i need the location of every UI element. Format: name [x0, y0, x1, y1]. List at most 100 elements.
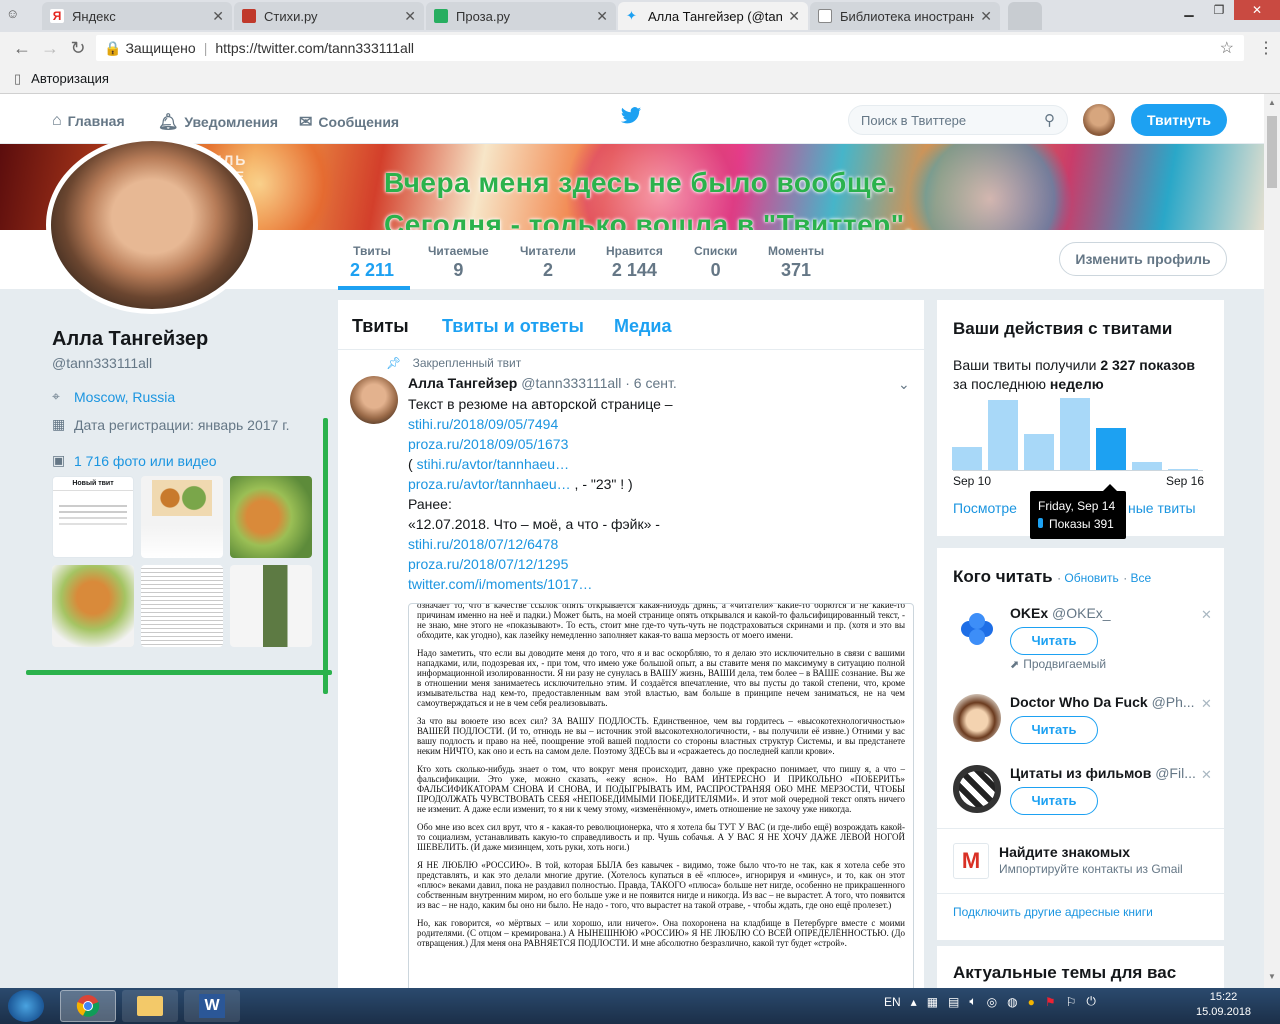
tweet-meta[interactable]: @tann333111all · 6 сент. — [521, 375, 677, 391]
back-icon[interactable]: ← — [8, 38, 36, 59]
explorer-taskbar-icon[interactable] — [122, 990, 178, 1022]
dismiss-icon[interactable]: ✕ — [1201, 767, 1212, 783]
account-name[interactable]: Цитаты из фильмов @Fil... — [1010, 765, 1196, 781]
media-thumbnail[interactable] — [141, 565, 223, 647]
tray-expand-icon[interactable]: ▴ — [911, 995, 917, 1009]
view-tweets-link-right[interactable]: ные твиты — [1128, 500, 1196, 516]
media-thumbnail[interactable] — [52, 565, 134, 647]
tweet-link[interactable]: stihi.ru/2018/09/05/7494 — [408, 416, 558, 432]
dismiss-icon[interactable]: ✕ — [1201, 696, 1212, 712]
profile-menu-icon[interactable]: ☺ — [6, 6, 19, 21]
stat-lists[interactable]: Списки 0 — [694, 244, 737, 281]
word-taskbar-icon[interactable]: W — [184, 990, 240, 1022]
start-button-icon[interactable] — [8, 990, 44, 1022]
tab-proza[interactable]: Проза.ру ✕ — [426, 2, 616, 30]
tray-app-icon[interactable]: ● — [1028, 995, 1035, 1009]
reload-icon[interactable]: ↻ — [64, 38, 92, 59]
chart-bar-sep-13[interactable] — [1060, 398, 1090, 470]
flag-icon[interactable]: ⚑ — [1045, 995, 1056, 1009]
close-tab-icon[interactable]: ✕ — [404, 8, 416, 25]
chart-bar-sep-12[interactable] — [1024, 434, 1054, 470]
chrome-taskbar-icon[interactable] — [60, 990, 116, 1022]
network-icon[interactable]: ▦ — [927, 995, 938, 1009]
bookmark-item[interactable]: Авторизация — [31, 71, 109, 86]
tray-app-icon[interactable]: ◍ — [1007, 995, 1017, 1009]
browser-menu-icon[interactable]: ⋮ — [1258, 38, 1274, 58]
follow-button[interactable]: Читать — [1010, 716, 1098, 744]
close-tab-icon[interactable]: ✕ — [980, 8, 992, 25]
flag-icon[interactable]: ⚐ — [1066, 995, 1077, 1009]
tweet-attached-image[interactable]: означает то, что в качестве ссылок опять… — [408, 603, 914, 990]
minimize-icon[interactable]: ▁ — [1174, 0, 1204, 20]
tweet-button[interactable]: Твитнуть — [1131, 104, 1227, 136]
search-icon[interactable]: ⚲ — [1044, 111, 1055, 129]
tweet-link[interactable]: proza.ru/2018/07/12/1295 — [408, 556, 568, 572]
nav-notifications[interactable]: 🔔︎ Уведомления — [158, 112, 278, 132]
tweet-link[interactable]: twitter.com/i/moments/1017… — [408, 576, 592, 592]
scroll-down-icon[interactable]: ▼ — [1268, 972, 1276, 981]
connect-address-books-link[interactable]: Подключить другие адресные книги — [953, 905, 1153, 919]
location-link[interactable]: Moscow, Russia — [74, 389, 175, 405]
media-thumbnail[interactable] — [230, 476, 312, 558]
new-tab-button[interactable] — [1008, 2, 1042, 30]
tab-media[interactable]: Медиа — [614, 316, 672, 337]
close-tab-icon[interactable]: ✕ — [788, 8, 800, 25]
twitter-bird-icon[interactable] — [620, 106, 642, 132]
tab-tweets-replies[interactable]: Твиты и ответы — [442, 316, 584, 337]
tweet-link[interactable]: proza.ru/2018/09/05/1673 — [408, 436, 568, 452]
chart-bar-sep-10[interactable] — [952, 447, 982, 470]
tweet-link[interactable]: proza.ru/avtor/tannhaeu… — [408, 476, 571, 492]
search-input[interactable]: Поиск в Твиттере ⚲ — [848, 105, 1068, 135]
follow-button[interactable]: Читать — [1010, 627, 1098, 655]
tweet-link[interactable]: stihi.ru/avtor/tannhaeu… — [417, 456, 570, 472]
window-close-icon[interactable]: ✕ — [1234, 0, 1280, 20]
find-friends-title[interactable]: Найдите знакомых — [999, 844, 1130, 860]
nav-messages[interactable]: ✉ Сообщения — [299, 112, 399, 132]
scroll-up-icon[interactable]: ▲ — [1268, 98, 1276, 107]
media-thumbnail[interactable]: Новый твит — [52, 476, 134, 558]
account-name[interactable]: Doctor Who Da Fuck @Ph... — [1010, 694, 1195, 710]
restore-icon[interactable]: ❐ — [1204, 0, 1234, 20]
follow-button[interactable]: Читать — [1010, 787, 1098, 815]
stat-followers[interactable]: Читатели 2 — [520, 244, 576, 281]
account-avatar[interactable] — [1083, 104, 1115, 136]
edit-profile-button[interactable]: Изменить профиль — [1059, 242, 1227, 276]
clapperboard-icon[interactable] — [953, 765, 1001, 813]
chart-bar-sep-15[interactable] — [1132, 462, 1162, 470]
forward-icon[interactable]: → — [36, 38, 64, 59]
chart-bar-sep-14[interactable] — [1096, 428, 1126, 470]
tweet-link[interactable]: stihi.ru/2018/07/12/6478 — [408, 536, 558, 552]
address-bar[interactable]: 🔒 Защищено | https://twitter.com/tann333… — [96, 35, 1244, 61]
language-indicator[interactable]: EN — [884, 995, 901, 1009]
tab-twitter[interactable]: ✦ Алла Тангейзер (@tann3 ✕ — [618, 2, 808, 30]
account-avatar[interactable] — [953, 694, 1001, 742]
tray-app-icon[interactable]: ▤ — [948, 995, 959, 1009]
stat-tweets[interactable]: Твиты 2 211 — [350, 244, 394, 281]
tab-stihi[interactable]: Стихи.ру ✕ — [234, 2, 424, 30]
find-friends-subtitle[interactable]: Импортируйте контакты из Gmail — [999, 862, 1183, 876]
tab-yandex[interactable]: Я Яндекс ✕ — [42, 2, 232, 30]
view-tweets-link-left[interactable]: Посмотре — [953, 500, 1017, 516]
tweet-avatar[interactable] — [350, 376, 398, 424]
tab-tweets[interactable]: Твиты — [352, 316, 409, 337]
page-scrollbar[interactable] — [1264, 94, 1280, 988]
okex-logo-icon[interactable] — [953, 605, 1001, 653]
volume-icon[interactable]: 🔈︎ — [969, 994, 976, 1009]
scrollbar-thumb[interactable] — [1267, 116, 1277, 188]
power-icon[interactable]: ⏻ — [1086, 994, 1096, 1009]
stat-likes[interactable]: Нравится 2 144 — [606, 244, 663, 281]
close-tab-icon[interactable]: ✕ — [212, 8, 224, 25]
close-tab-icon[interactable]: ✕ — [596, 8, 608, 25]
tab-library[interactable]: Библиотека иностранно ✕ — [810, 2, 1000, 30]
tray-app-icon[interactable]: ◎ — [987, 995, 997, 1009]
taskbar-clock[interactable]: 15:22 15.09.2018 — [1196, 990, 1251, 1020]
tweet-author[interactable]: Алла Тангейзер — [408, 375, 517, 391]
nav-home[interactable]: ⌂ Главная — [52, 112, 125, 130]
view-all-link[interactable]: Все — [1131, 571, 1152, 585]
stat-following[interactable]: Читаемые 9 — [428, 244, 489, 281]
chevron-down-icon[interactable]: ⌄ — [898, 376, 910, 393]
stat-moments[interactable]: Моменты 371 — [768, 244, 824, 281]
media-link[interactable]: 1 716 фото или видео — [74, 453, 217, 469]
bookmark-star-icon[interactable]: ☆ — [1220, 38, 1234, 58]
account-name[interactable]: OKEx @OKEx_ — [1010, 605, 1111, 621]
